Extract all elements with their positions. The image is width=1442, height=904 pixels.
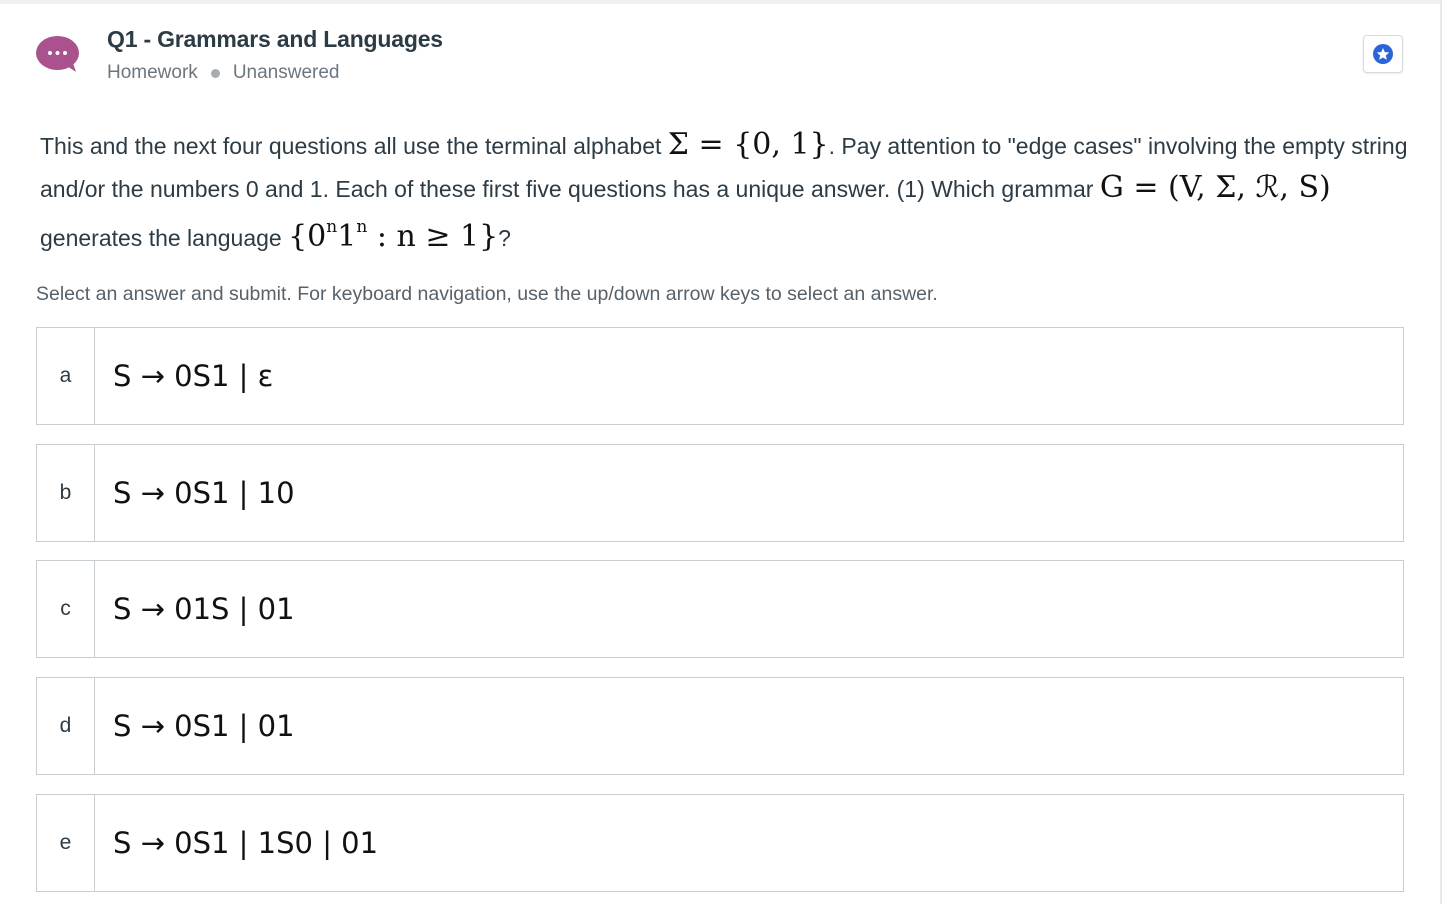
option-letter: b	[37, 445, 95, 541]
option-expression: S → 0S1 | 10	[113, 476, 295, 510]
star-button[interactable]	[1363, 35, 1403, 73]
star-icon	[1373, 44, 1393, 64]
answer-option-e[interactable]: e S → 0S1 | 1S0 | 01	[36, 794, 1404, 892]
math-language: {0n1n : n ≥ 1}	[288, 217, 499, 254]
question-text: This and the next four questions all use…	[40, 124, 1410, 259]
speech-bubble-ellipsis-icon	[36, 36, 79, 72]
math-alphabet: Σ = {0, 1}	[667, 127, 829, 162]
option-expression: S → 01S | 01	[113, 592, 295, 626]
status-label: Unanswered	[232, 62, 340, 83]
question-title: Q1 - Grammars and Languages	[107, 26, 443, 52]
answer-option-b[interactable]: b S → 0S1 | 10	[36, 444, 1404, 542]
question-part-3: generates the language	[40, 225, 282, 251]
option-expression: S → 0S1 | ε	[113, 359, 274, 393]
option-letter: e	[37, 795, 95, 891]
top-border	[0, 0, 1442, 4]
answer-option-a[interactable]: a S → 0S1 | ε	[36, 327, 1404, 425]
separator-dot	[210, 68, 220, 78]
answer-instructions: Select an answer and submit. For keyboar…	[36, 283, 938, 305]
answer-option-d[interactable]: d S → 0S1 | 01	[36, 677, 1404, 775]
option-letter: d	[37, 678, 95, 774]
category-label: Homework	[107, 62, 198, 83]
answer-option-c[interactable]: c S → 01S | 01	[36, 560, 1404, 658]
option-letter: c	[37, 561, 95, 657]
math-grammar: G = (V, Σ, ℛ, S)	[1099, 170, 1331, 205]
question-part-4: ?	[498, 225, 511, 251]
option-expression: S → 0S1 | 01	[113, 709, 295, 743]
option-expression: S → 0S1 | 1S0 | 01	[113, 826, 379, 860]
question-part-1: This and the next four questions all use…	[40, 133, 662, 159]
question-meta: Homework Unanswered	[107, 62, 339, 84]
option-letter: a	[37, 328, 95, 424]
